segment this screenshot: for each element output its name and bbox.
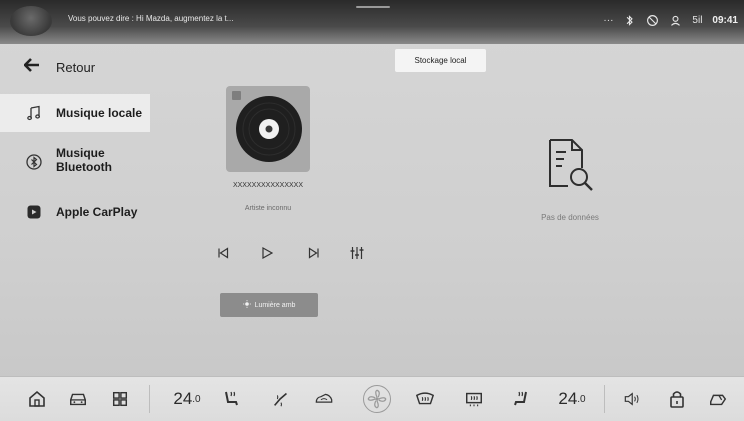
front-defrost-button[interactable] xyxy=(414,387,436,411)
vehicle-button[interactable] xyxy=(67,387,89,411)
passenger-seat-heat-button[interactable] xyxy=(511,387,531,411)
carplay-icon xyxy=(26,204,42,220)
playback-controls xyxy=(214,244,384,262)
steering-heat-button[interactable] xyxy=(270,387,292,411)
tab-local-storage[interactable]: Stockage local xyxy=(395,49,486,72)
ambient-light-button[interactable]: Lumière amb xyxy=(220,293,318,317)
track-artist: Artiste inconnu xyxy=(244,205,292,212)
rear-defrost-icon xyxy=(466,392,482,407)
do-not-disturb-icon xyxy=(646,14,659,27)
front-defrost-icon xyxy=(415,392,435,405)
home-button[interactable] xyxy=(27,387,47,411)
volume-button[interactable] xyxy=(620,387,646,411)
lock-button[interactable] xyxy=(668,387,686,411)
pull-down-handle[interactable] xyxy=(356,6,390,8)
back-arrow-icon xyxy=(23,57,40,77)
driver-temp-decimal: .0 xyxy=(192,393,201,405)
status-icons: ··· 5il 09:41 xyxy=(603,12,738,28)
sidebar-item-label: Apple CarPlay xyxy=(56,205,138,219)
volume-icon xyxy=(624,392,639,406)
driver-seat-heat-button[interactable] xyxy=(221,387,241,411)
dock-divider xyxy=(149,385,150,413)
equalizer-button[interactable] xyxy=(348,244,366,262)
back-label: Retour xyxy=(56,59,96,75)
car-icon xyxy=(70,393,86,406)
fan-button[interactable] xyxy=(362,385,392,413)
no-data-document-icon xyxy=(549,139,593,191)
equalizer-icon xyxy=(350,247,364,259)
lock-icon xyxy=(670,391,684,408)
skip-next-icon xyxy=(308,247,319,259)
bluetooth-icon xyxy=(26,154,42,170)
voice-assistant-icon[interactable] xyxy=(10,6,52,36)
track-title: XXXXXXXXXXXXXXX xyxy=(232,182,304,189)
clock: 09:41 xyxy=(712,14,738,26)
grid-apps-icon xyxy=(112,391,128,407)
sidebar: Retour Musique locale Musique Bluetooth … xyxy=(0,44,150,374)
climate-dock: 24.0 24.0 xyxy=(0,376,744,421)
play-button[interactable] xyxy=(258,244,276,262)
driver-temp-value: 24 xyxy=(173,389,193,408)
bluetooth-status-icon xyxy=(623,14,636,27)
dock-divider xyxy=(604,385,605,413)
driver-temperature[interactable]: 24.0 xyxy=(166,387,208,411)
ambient-light-label: Lumière amb xyxy=(254,301,296,309)
sidebar-item-bluetooth-music[interactable]: Musique Bluetooth xyxy=(0,142,150,182)
sidebar-item-local-music[interactable]: Musique locale xyxy=(0,94,150,132)
sidebar-item-apple-carplay[interactable]: Apple CarPlay xyxy=(0,199,150,225)
sidebar-item-label: Musique Bluetooth xyxy=(56,146,112,174)
seat-heat-icon xyxy=(514,391,527,406)
back-button[interactable]: Retour xyxy=(23,56,96,78)
passenger-temp-decimal: .0 xyxy=(577,393,586,405)
previous-track-button[interactable] xyxy=(214,244,232,262)
album-art xyxy=(226,86,310,172)
recirculation-car-icon xyxy=(315,393,333,403)
sidebar-item-label: Musique locale xyxy=(56,106,143,120)
passenger-temperature[interactable]: 24.0 xyxy=(551,387,593,411)
light-icon xyxy=(242,300,251,310)
more-dots: ··· xyxy=(603,14,614,26)
steering-wheel-heat-icon xyxy=(274,392,287,407)
car-rear-icon xyxy=(710,394,727,406)
passenger-temp-value: 24 xyxy=(558,389,578,408)
apps-button[interactable] xyxy=(111,387,129,411)
empty-state-text: Pas de données xyxy=(541,213,599,222)
rear-defrost-button[interactable] xyxy=(463,387,485,411)
voice-hint-text[interactable]: Vous pouvez dire : Hi Mazda, augmentez l… xyxy=(68,14,233,23)
next-track-button[interactable] xyxy=(305,244,323,262)
status-bar: Vous pouvez dire : Hi Mazda, augmentez l… xyxy=(0,0,744,44)
seat-heat-icon xyxy=(225,391,238,406)
signal-icon: 5il xyxy=(692,14,703,26)
screen: Vous pouvez dire : Hi Mazda, augmentez l… xyxy=(0,0,744,421)
play-icon xyxy=(262,247,273,259)
vinyl-disc-icon xyxy=(236,96,302,162)
home-icon xyxy=(29,390,45,407)
fan-icon xyxy=(367,389,387,409)
music-note-icon xyxy=(26,105,42,121)
skip-previous-icon xyxy=(218,247,229,259)
location-status-icon xyxy=(669,14,682,27)
rear-window-button[interactable] xyxy=(707,387,729,411)
air-recirculation-button[interactable] xyxy=(311,387,337,411)
fan-circle xyxy=(363,385,391,413)
